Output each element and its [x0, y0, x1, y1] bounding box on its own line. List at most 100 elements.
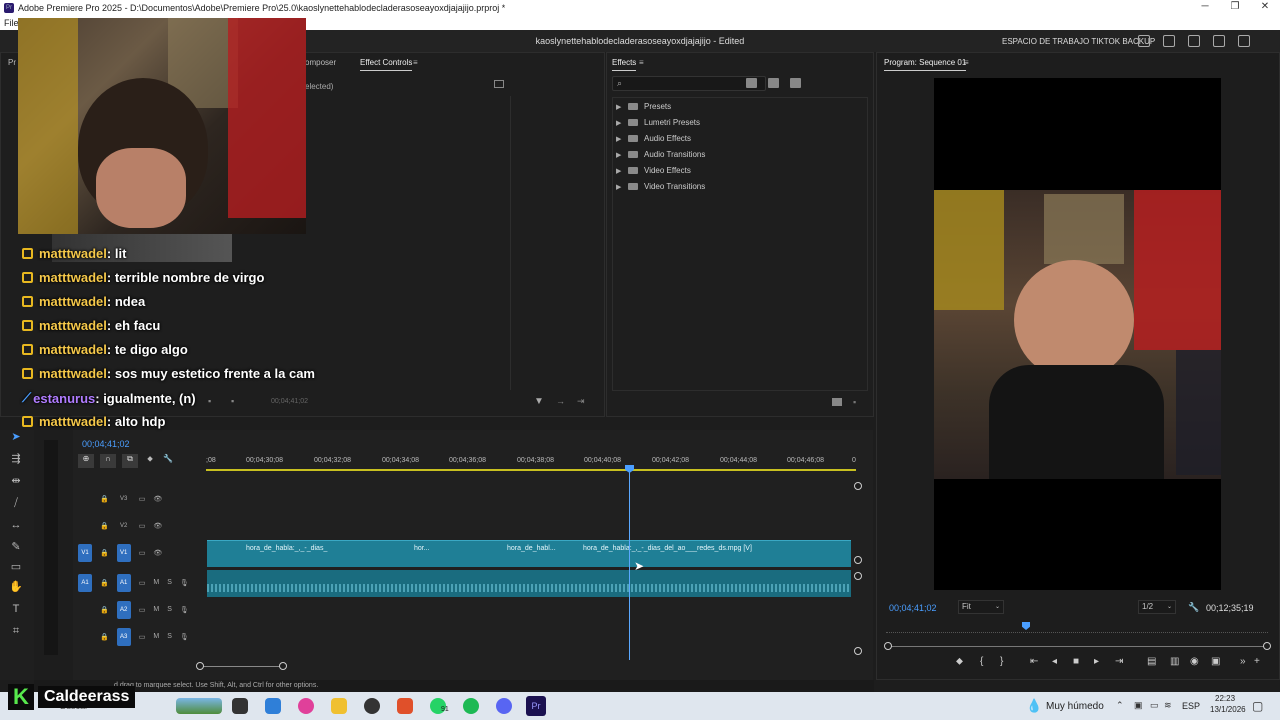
eye-icon[interactable]: 👁	[153, 522, 162, 530]
export-icon[interactable]: →	[556, 396, 565, 406]
effects-item-presets[interactable]: ▶ Presets	[616, 102, 671, 111]
workspace-label[interactable]: ESPACIO DE TRABAJO TIKTOK BACKUP	[1002, 37, 1155, 46]
program-menu-icon[interactable]: ≡	[964, 58, 969, 67]
overwrite-icon[interactable]: ▥	[1170, 656, 1179, 667]
minimize-button[interactable]: ─	[1190, 0, 1220, 16]
language-indicator[interactable]: ESP	[1182, 701, 1200, 711]
sync-lock-icon[interactable]: ▭	[139, 579, 146, 587]
tab-project[interactable]: Pr	[8, 58, 16, 67]
resolution-dropdown[interactable]: 1/2 ⌄	[1138, 600, 1176, 614]
video-clip[interactable]	[359, 540, 409, 567]
program-timecode[interactable]: 00;04;41;02	[889, 603, 937, 613]
restore-button[interactable]: ❐	[1220, 0, 1250, 16]
accelerated-effects-icon[interactable]	[746, 78, 757, 88]
eye-icon[interactable]: 👁	[153, 495, 162, 503]
lock-icon[interactable]: 🔒	[100, 495, 109, 503]
trash-icon[interactable]: ▪	[231, 396, 234, 406]
track-scroll-handle[interactable]	[854, 556, 862, 564]
rectangle-tool-icon[interactable]: ▭	[9, 560, 23, 574]
track-label-v1[interactable]: V1	[116, 543, 131, 562]
razor-tool-icon[interactable]: ⧸	[9, 496, 23, 510]
solo-button[interactable]: S	[167, 633, 172, 640]
file-explorer-icon[interactable]	[331, 698, 347, 714]
solo-button[interactable]: S	[167, 606, 172, 613]
panel-menu-icon[interactable]: ≡	[413, 58, 418, 67]
compare-icon[interactable]: ▣	[1211, 656, 1220, 667]
lock-icon[interactable]: 🔒	[100, 549, 109, 557]
close-button[interactable]: ✕	[1250, 0, 1280, 16]
insert-icon[interactable]: ▤	[1147, 656, 1156, 667]
mic-icon[interactable]: 🎙	[180, 633, 189, 641]
track-scroll-handle[interactable]	[854, 482, 862, 490]
sync-lock-icon[interactable]: ▭	[139, 549, 146, 557]
sync-lock-icon[interactable]: ▭	[139, 522, 146, 530]
mark-out-icon[interactable]: }	[1000, 656, 1003, 667]
fit-dropdown[interactable]: Fit ⌄	[958, 600, 1004, 614]
program-mini-ruler[interactable]	[886, 623, 1268, 633]
track-label-a1[interactable]: A1	[116, 573, 131, 592]
lock-icon[interactable]: 🔒	[100, 522, 109, 530]
new-bin-icon[interactable]	[832, 398, 842, 406]
settings-wrench-icon[interactable]: 🔧	[162, 454, 174, 468]
search-icon[interactable]	[1213, 35, 1225, 47]
lock-icon[interactable]: 🔒	[100, 579, 109, 587]
solo-button[interactable]: S	[167, 579, 172, 586]
add-marker-icon[interactable]: ⬥	[956, 656, 963, 667]
effects-menu-icon[interactable]: ≡	[639, 58, 644, 67]
tray-app-icon[interactable]: ▣	[1134, 700, 1143, 711]
tab-effect-controls[interactable]: Effect Controls	[360, 58, 413, 71]
workspace-icon[interactable]	[1138, 35, 1150, 47]
brave-browser-icon[interactable]	[397, 698, 413, 714]
weather-widget-icon[interactable]	[176, 698, 222, 714]
selection-tool-icon[interactable]: ➤	[9, 430, 23, 444]
more-icon[interactable]: »	[1240, 656, 1246, 667]
effects-item-video-transitions[interactable]: ▶ Video Transitions	[616, 182, 705, 191]
effects-item-video-effects[interactable]: ▶ Video Effects	[616, 166, 691, 175]
plus-icon[interactable]: +	[1254, 656, 1260, 667]
wifi-icon[interactable]: ≋	[1164, 700, 1172, 711]
type-tool-icon[interactable]: T	[9, 602, 23, 616]
stop-icon[interactable]: ■	[1073, 656, 1079, 667]
menu-icon[interactable]	[1188, 35, 1200, 47]
eye-icon[interactable]: 👁	[153, 549, 162, 557]
mic-icon[interactable]: 🎙	[180, 606, 189, 614]
timeline-ruler[interactable]: ;08 00;04;30;08 00;04;32;08 00;04;34;08 …	[206, 452, 856, 472]
clock-date[interactable]: 13/1/2026	[1210, 705, 1246, 714]
snap-icon[interactable]: ∩	[100, 454, 116, 468]
discord-icon[interactable]	[496, 698, 512, 714]
step-back-icon[interactable]: ◂	[1052, 656, 1057, 667]
zoom-handle-left[interactable]	[884, 642, 892, 650]
ripple-edit-icon[interactable]: ⇹	[9, 474, 23, 488]
mute-button[interactable]: M	[153, 606, 159, 613]
tab-program[interactable]: Program: Sequence 01	[884, 58, 967, 71]
collapse-icon[interactable]	[1238, 35, 1250, 47]
hand-tool-icon[interactable]: ✋	[9, 580, 23, 594]
go-to-out-icon[interactable]: ⇥	[1115, 656, 1123, 667]
timeline-zoom-bar[interactable]	[200, 666, 284, 667]
filter-icon[interactable]: ▼	[534, 396, 544, 407]
share-icon[interactable]	[1163, 35, 1175, 47]
playhead-line[interactable]	[629, 465, 630, 660]
record-icon[interactable]: ▪	[208, 396, 211, 406]
menu-file[interactable]: File	[4, 18, 19, 28]
go-to-in-icon[interactable]: ⇤	[1030, 656, 1038, 667]
yuv-effects-icon[interactable]	[790, 78, 801, 88]
effects-item-lumetri[interactable]: ▶ Lumetri Presets	[616, 118, 700, 127]
linked-select-icon[interactable]: ⧉	[122, 454, 138, 468]
zoom-handle-left[interactable]	[196, 662, 204, 670]
lock-icon[interactable]: 🔒	[100, 606, 109, 614]
track-label-a2[interactable]: A2	[116, 600, 131, 619]
sync-lock-icon[interactable]: ▭	[139, 633, 146, 641]
app-icon[interactable]	[298, 698, 314, 714]
tray-chevron-icon[interactable]: ⌃	[1116, 700, 1124, 711]
zoom-handle-right[interactable]	[1263, 642, 1271, 650]
track-scroll-handle[interactable]	[854, 647, 862, 655]
work-area-bar[interactable]	[206, 469, 856, 471]
effects-item-audio-transitions[interactable]: ▶ Audio Transitions	[616, 150, 705, 159]
lock-icon[interactable]: 🔒	[100, 633, 109, 641]
insert-sequence-icon[interactable]: ⊕	[78, 454, 94, 468]
source-patch-v1[interactable]: V1	[78, 543, 92, 562]
premiere-taskbar-icon[interactable]: Pr	[526, 696, 546, 716]
expand-icon[interactable]	[494, 80, 504, 88]
mark-in-icon[interactable]: {	[980, 656, 983, 667]
